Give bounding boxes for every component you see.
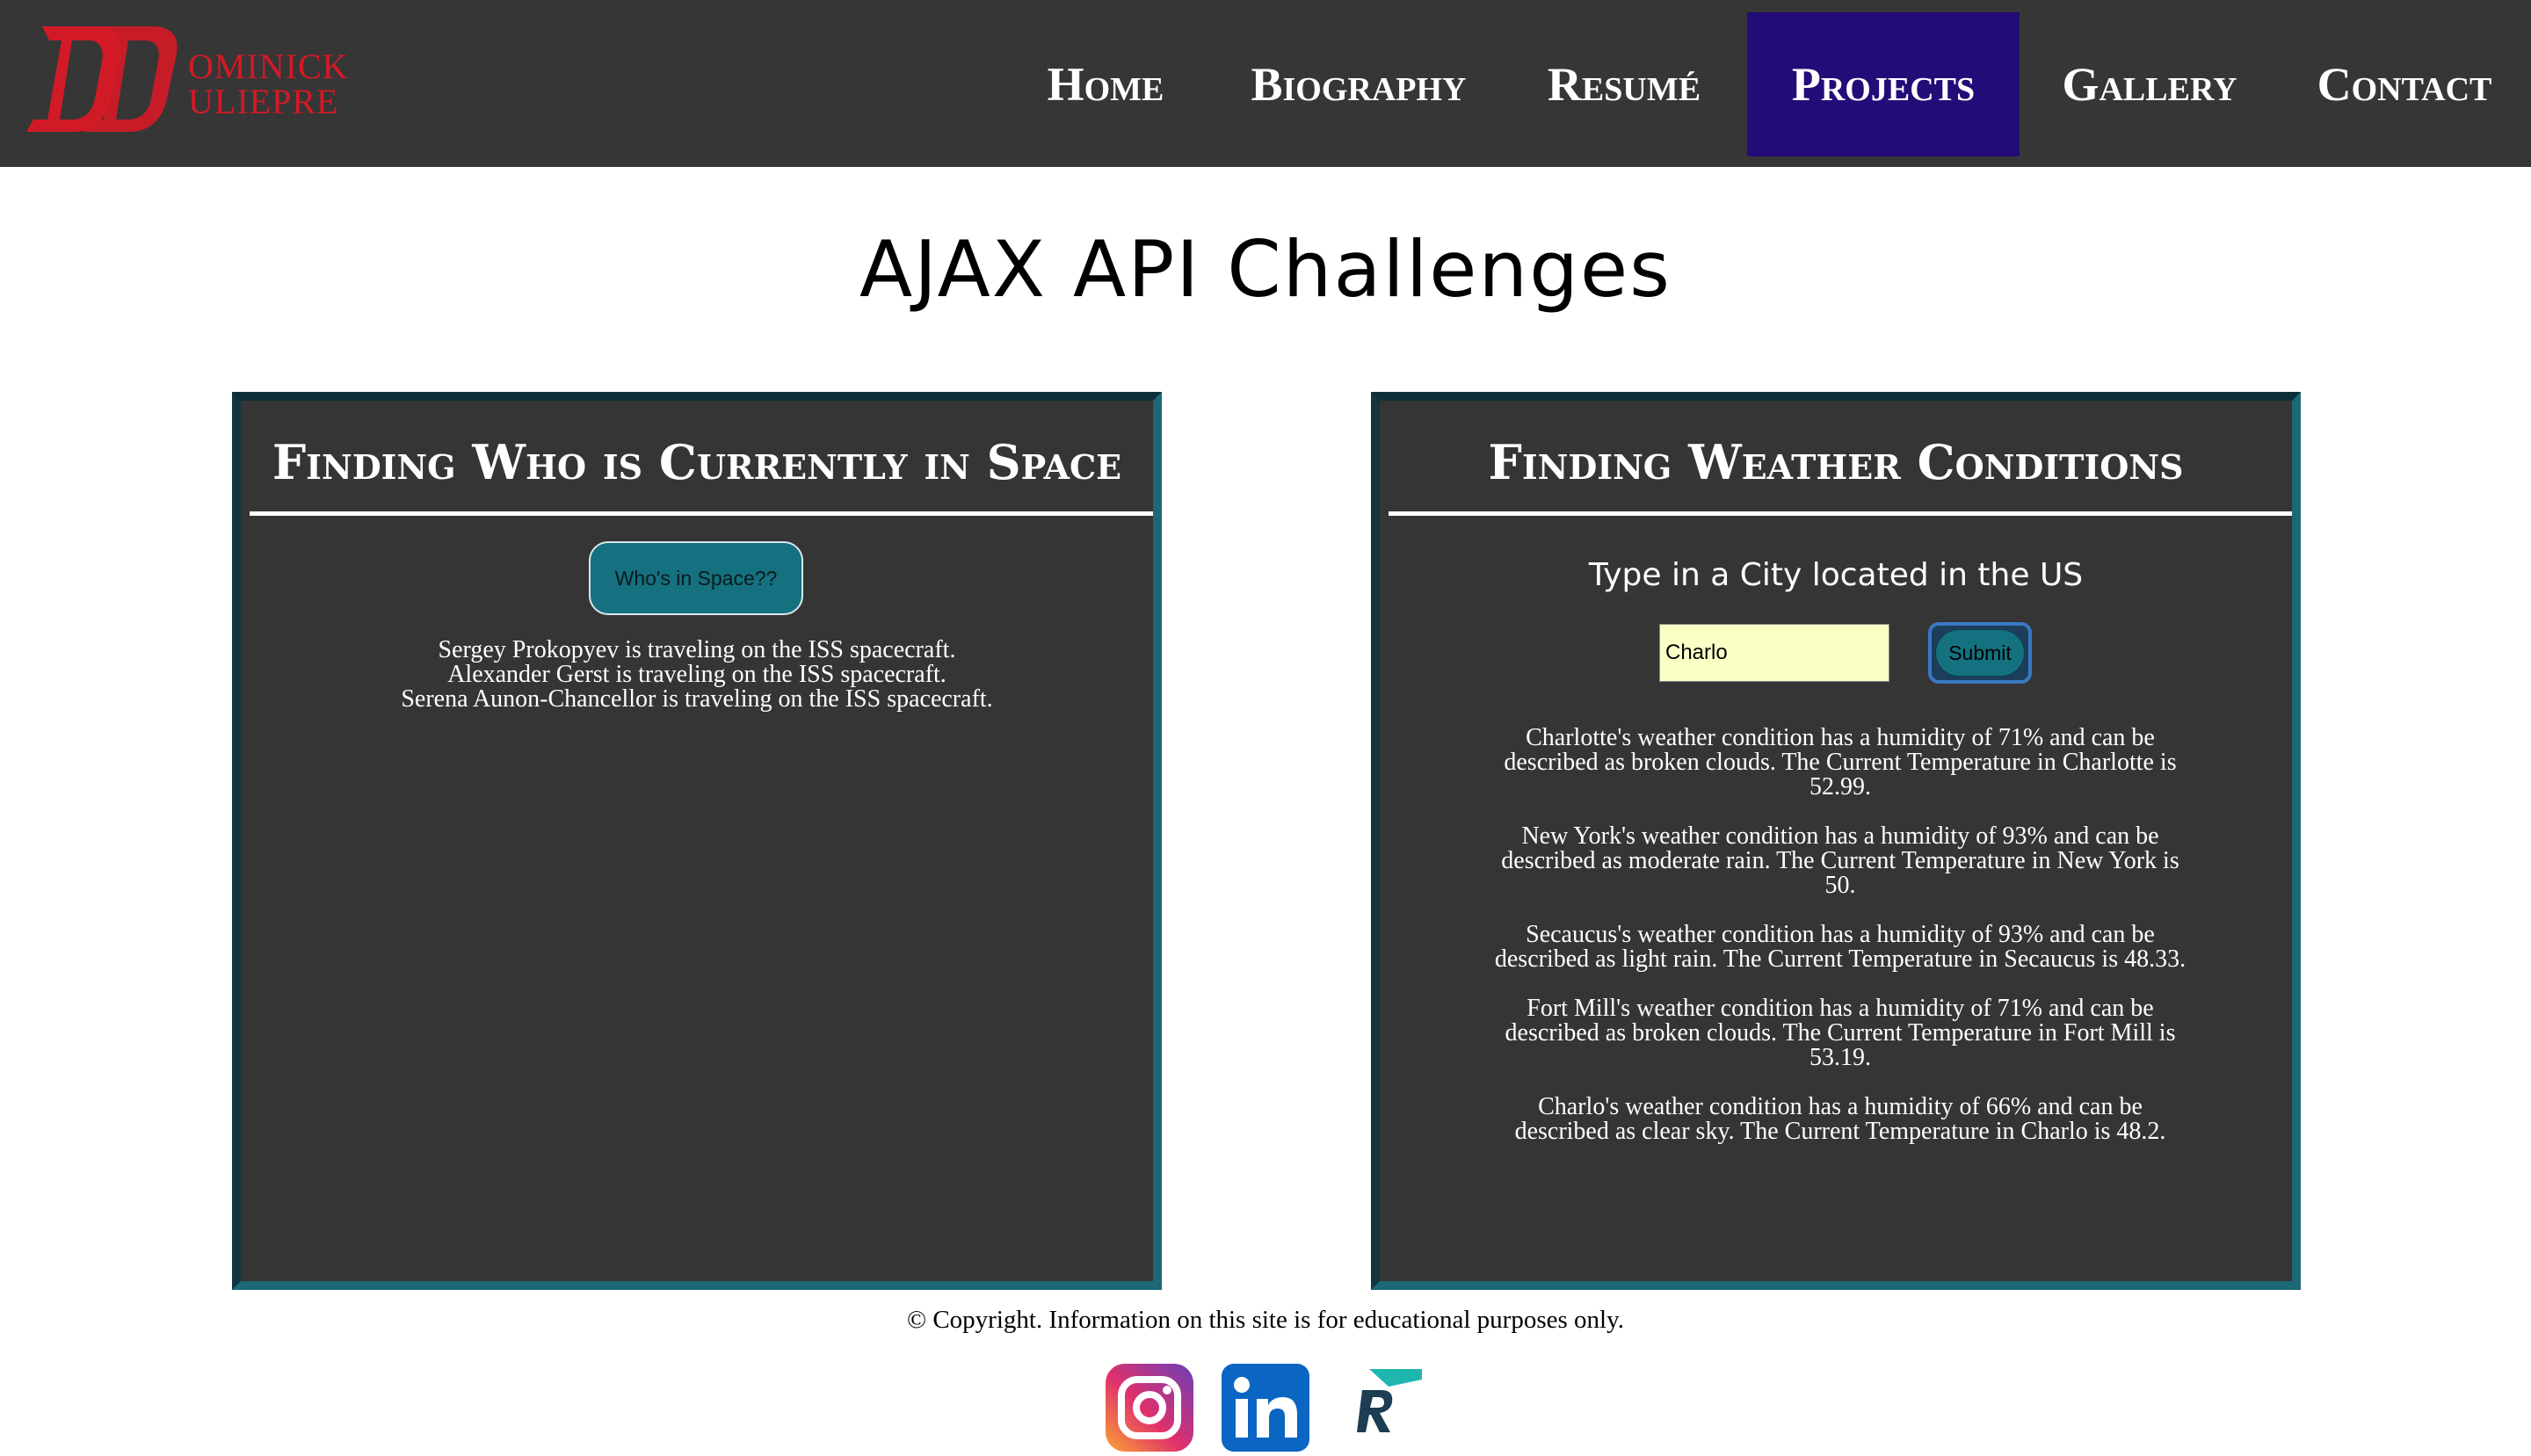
list-item: Fort Mill's weather condition has a humi… — [1505, 995, 2176, 1071]
city-prompt: Type in a City located in the US — [1588, 557, 2084, 593]
linkedin-icon[interactable] — [1222, 1364, 1309, 1452]
space-panel: Finding Who is Currently in Space Who's … — [232, 392, 1162, 1290]
nav-contact[interactable]: Contact — [2311, 12, 2498, 156]
instagram-icon[interactable] — [1106, 1364, 1193, 1452]
nav-home[interactable]: Home — [1028, 12, 1183, 156]
top-navigation-bar: OMINICK ULIEPRE Home Biography Resumé Pr… — [0, 0, 2531, 167]
list-item: Alexander Gerst is traveling on the ISS … — [447, 661, 946, 688]
list-item: New York's weather condition has a humid… — [1501, 822, 2179, 899]
nav-projects[interactable]: Projects — [1747, 12, 2020, 156]
list-item: Sergey Prokopyev is traveling on the ISS… — [438, 636, 956, 663]
weather-panel-title: Finding Weather Conditions — [1488, 434, 2184, 490]
weather-panel: Finding Weather Conditions Type in a Cit… — [1371, 392, 2301, 1290]
nav-resume[interactable]: Resumé — [1529, 12, 1719, 156]
list-item: Serena Aunon-Chancellor is traveling on … — [401, 685, 993, 713]
resume-logo-icon[interactable] — [1336, 1364, 1424, 1452]
main-nav: Home Biography Resumé Projects Gallery C… — [0, 12, 2531, 156]
list-item: Charlo's weather condition has a humidit… — [1514, 1093, 2166, 1145]
panel-divider — [250, 511, 1153, 516]
nav-biography[interactable]: Biography — [1236, 12, 1482, 156]
nav-gallery[interactable]: Gallery — [2053, 12, 2246, 156]
page-title: AJAX API Challenges — [859, 224, 1672, 315]
city-input[interactable]: Charlo — [1659, 624, 1889, 682]
space-panel-title: Finding Who is Currently in Space — [272, 434, 1122, 490]
submit-focus-ring: Submit — [1928, 622, 2032, 684]
astronaut-list: Sergey Prokopyev is traveling on the ISS… — [241, 638, 1153, 712]
list-item: Secaucus's weather condition has a humid… — [1494, 921, 2187, 973]
copyright-text: © Copyright. Information on this site is… — [907, 1306, 1624, 1334]
list-item: Charlotte's weather condition has a humi… — [1504, 724, 2177, 800]
panel-divider — [1389, 511, 2292, 516]
whos-in-space-button[interactable]: Who's in Space?? — [589, 541, 803, 615]
weather-results: Charlotte's weather condition has a humi… — [1494, 726, 2187, 1169]
submit-button[interactable]: Submit — [1935, 629, 2025, 677]
